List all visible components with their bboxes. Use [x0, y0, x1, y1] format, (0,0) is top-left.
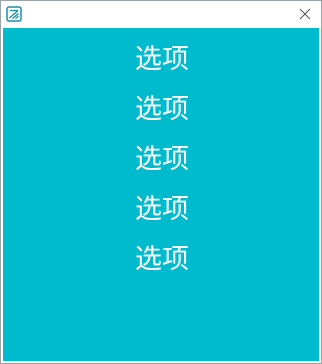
- menu-panel: 选项 选项 选项 选项 选项: [3, 28, 319, 361]
- menu-item-option-5[interactable]: 选项: [3, 235, 319, 285]
- menu-item-option-4[interactable]: 选项: [3, 185, 319, 235]
- option-list: 选项 选项 选项 选项 选项: [3, 35, 319, 285]
- app-window: 选项 选项 选项 选项 选项: [0, 0, 322, 364]
- close-icon[interactable]: [297, 6, 313, 22]
- menu-item-option-1[interactable]: 选项: [3, 35, 319, 85]
- menu-item-option-2[interactable]: 选项: [3, 85, 319, 135]
- title-bar[interactable]: [1, 1, 321, 28]
- notebook-icon: [6, 6, 22, 22]
- menu-item-option-3[interactable]: 选项: [3, 135, 319, 185]
